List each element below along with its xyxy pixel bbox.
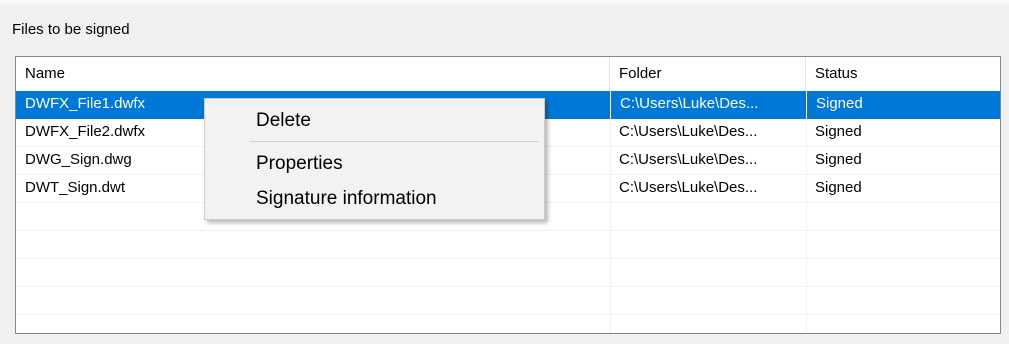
folder-cell: C:\Users\Luke\Des... (619, 123, 758, 140)
status-cell: Signed (815, 151, 862, 168)
files-group-label: Files to be signed (12, 21, 130, 38)
context-menu-signature-information[interactable]: Signature information (205, 182, 544, 216)
empty-row (16, 231, 1000, 259)
status-cell: Signed (815, 179, 862, 196)
dialog-body: Files to be signed Name Folder Status DW… (0, 0, 1009, 344)
folder-cell: C:\Users\Luke\Des... (619, 179, 758, 196)
empty-row (16, 287, 1000, 315)
folder-cell: C:\Users\Luke\Des... (619, 151, 758, 168)
status-cell: Signed (806, 91, 1000, 119)
dialog-top-edge (0, 0, 1009, 8)
column-header-status[interactable]: Status (806, 57, 1000, 91)
context-menu-delete[interactable]: Delete (205, 104, 544, 138)
context-menu-separator (250, 141, 539, 142)
folder-cell: C:\Users\Luke\Des... (610, 91, 806, 119)
context-menu-properties[interactable]: Properties (205, 147, 544, 181)
column-gridline (610, 91, 611, 333)
column-gridline (806, 91, 807, 333)
empty-row (16, 315, 1000, 333)
column-header-name[interactable]: Name (16, 57, 610, 91)
status-cell: Signed (815, 123, 862, 140)
empty-row (16, 259, 1000, 287)
list-header: Name Folder Status (16, 57, 1000, 91)
context-menu: Delete Properties Signature information (204, 98, 545, 220)
column-header-folder[interactable]: Folder (610, 57, 806, 91)
